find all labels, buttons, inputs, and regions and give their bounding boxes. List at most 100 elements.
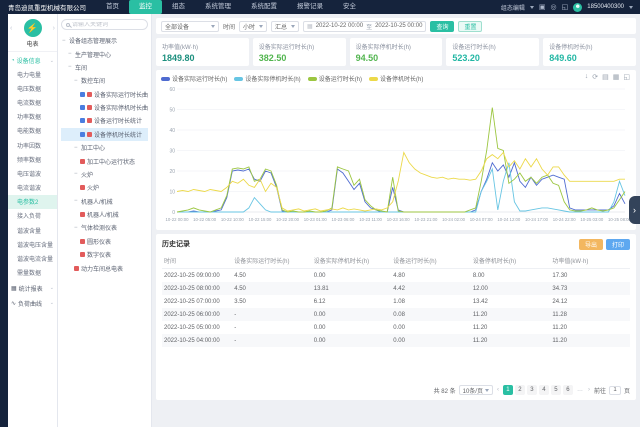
tree-node[interactable]: 圆形仪表 (61, 235, 148, 248)
page-size-select[interactable]: 10条/页 (458, 385, 493, 395)
nav-item-7[interactable]: 安全 (333, 0, 366, 14)
sidebar-item[interactable]: 需量数据 (8, 266, 57, 280)
table-cell: 0.00 (313, 337, 326, 344)
table-cell: 0.00 (313, 311, 326, 318)
prev-device-caret[interactable]: ‹ (10, 25, 12, 32)
expander-icon[interactable]: − (68, 64, 73, 70)
expander-icon[interactable]: − (74, 145, 79, 151)
chevron-down-icon (629, 5, 633, 9)
sidebar-item[interactable]: 电压谐波 (8, 166, 57, 180)
goto-page-input[interactable] (608, 385, 621, 395)
table-row[interactable]: 2022-10-25 08:00:00 4.50 13.81 4.42 12.00 34.… (162, 282, 630, 295)
sidebar-item[interactable]: 电流数据 (8, 95, 57, 109)
page-button-3[interactable]: 3 (526, 385, 537, 395)
legend-item[interactable]: 设备实际停机时长(h) (234, 74, 301, 83)
sidebar-item[interactable]: 电压数据 (8, 81, 57, 95)
tree-node[interactable]: − 火炉 (61, 168, 148, 181)
expander-icon[interactable]: − (74, 78, 79, 84)
tree-node[interactable]: − 设备组态管理展示 (61, 34, 148, 47)
nav-item-5[interactable]: 系统配置 (241, 0, 287, 14)
table-row[interactable]: 2022-10-25 05:00:00 - 0.00 0.00 11.20 11.20 (162, 321, 630, 334)
tree-node[interactable]: 设备实际停机时长曲线 (61, 101, 148, 114)
tree-node[interactable]: − 加工中心 (61, 141, 148, 154)
tree-node[interactable]: 动力车间总电表 (61, 261, 148, 274)
device-icon[interactable]: ⚡ (23, 19, 42, 37)
next-page-button[interactable]: › (587, 387, 591, 393)
nav-item-1[interactable]: 首页 (96, 0, 129, 14)
table-row[interactable]: 2022-10-25 09:00:00 4.50 0.00 4.80 8.00 17.30 (162, 269, 630, 283)
nav-item-6[interactable]: 报警记录 (287, 0, 333, 14)
sidebar-item[interactable]: 电参数2 (8, 194, 57, 209)
table-row[interactable]: 2022-10-25 04:00:00 - 0.00 0.00 11.20 11.20 (162, 334, 630, 347)
tree-node[interactable]: 机器人/机械 (61, 208, 148, 221)
mode-select[interactable]: 汇总 (271, 20, 300, 32)
tree-node[interactable]: 设备实际运行时长曲线 (61, 88, 148, 101)
page-button-6[interactable]: 6 (562, 385, 573, 395)
table-row[interactable]: 2022-10-25 07:00:00 3.50 6.12 1.08 13.42 24.1… (162, 295, 630, 308)
fullscreen-icon[interactable]: ◱ (562, 3, 569, 11)
tree-node[interactable]: 设备停机时长统计 (61, 127, 148, 141)
table-row[interactable]: 2022-10-25 06:00:00 - 0.00 0.08 11.20 11.28 (162, 308, 630, 321)
tree-search-input[interactable] (72, 21, 143, 28)
sidebar-item[interactable]: 功率因数 (8, 138, 57, 152)
nav-item-2[interactable]: 监控 (129, 0, 162, 14)
tree-node[interactable]: − 生产管理中心 (61, 47, 148, 60)
page-button-2[interactable]: 2 (514, 385, 525, 395)
next-device-caret[interactable]: › (53, 25, 55, 32)
expander-icon[interactable]: − (68, 51, 73, 57)
sidebar-item[interactable]: 谐波含量 (8, 223, 57, 237)
tree-node[interactable]: 加工中心运行状态 (61, 154, 148, 167)
tree-node[interactable]: − 车间 (61, 61, 148, 74)
expand-panel-button[interactable]: › (629, 196, 640, 224)
tree-node[interactable]: 设备运行时长统计 (61, 114, 148, 127)
chart-type-icon[interactable]: ▦ (613, 73, 620, 81)
sidebar-item[interactable]: 频率数据 (8, 152, 57, 166)
sidebar-section-device-info[interactable]: ◔ 设备信息 ⌄ (8, 52, 57, 67)
tree-node[interactable]: − 气体检测仪表 (61, 221, 148, 234)
tree-node[interactable]: − 机器人/机械 (61, 195, 148, 208)
nav-item-4[interactable]: 系统管理 (195, 0, 241, 14)
sidebar-item[interactable]: 电流谐波 (8, 181, 57, 195)
legend-item[interactable]: 设备实际运行时长(h) (161, 74, 227, 83)
reset-button[interactable]: 重置 (458, 20, 483, 32)
prev-page-button[interactable]: ‹ (496, 387, 500, 393)
device-select[interactable]: 全部设备 (161, 20, 219, 32)
user-phone[interactable]: 18500400300 (587, 4, 624, 10)
sidebar-item[interactable]: 谐波电流含量 (8, 251, 57, 265)
refresh-icon[interactable]: ⟳ (592, 73, 598, 81)
expander-icon[interactable]: − (62, 38, 67, 44)
unit-select[interactable]: 小时 (239, 20, 268, 32)
sidebar-section[interactable]: ▦ 统计报表 ⌄ (8, 280, 57, 295)
sidebar-item[interactable]: 电力电量 (8, 67, 57, 81)
sidebar-item[interactable]: 谐波电压含量 (8, 237, 57, 251)
nav-item-3[interactable]: 组态 (162, 0, 195, 14)
expander-icon[interactable]: − (74, 198, 79, 204)
tree: −设备组态管理展示−生产管理中心−车间−数控车间设备实际运行时长曲线设备实际停机… (61, 34, 148, 275)
export-button[interactable]: 导出 (578, 238, 603, 250)
table-cell: 0.00 (313, 324, 326, 331)
download-icon[interactable]: ↓ (585, 73, 589, 81)
tree-node[interactable]: 数字仪表 (61, 248, 148, 261)
page-button-5[interactable]: 5 (550, 385, 561, 395)
date-range-picker[interactable]: ▦ 2022-10-22 00:00 至 2022-10-25 00:00 (303, 20, 427, 32)
fullscreen-icon[interactable]: ◱ (623, 73, 630, 81)
page-button-1[interactable]: 1 (502, 385, 513, 395)
data-view-icon[interactable]: ▤ (602, 73, 609, 81)
sidebar-item[interactable]: 功率数据 (8, 110, 57, 124)
legend-item[interactable]: 设备运行时长(h) (307, 74, 362, 83)
edit-link[interactable]: 组态编辑 (501, 3, 525, 12)
page-button-4[interactable]: 4 (538, 385, 549, 395)
legend-item[interactable]: 设备停机时长(h) (369, 74, 423, 83)
avatar[interactable]: ☻ (573, 2, 583, 12)
tree-node[interactable]: 火炉 (61, 181, 148, 194)
print-button[interactable]: 打印 (605, 238, 630, 250)
tree-node[interactable]: − 数控车间 (61, 74, 148, 87)
sidebar-item[interactable]: 接入负荷 (8, 209, 57, 223)
sidebar-item[interactable]: 电能数据 (8, 124, 57, 138)
location-icon[interactable]: ◎ (551, 3, 557, 11)
search-button[interactable]: 查询 (430, 20, 455, 32)
sidebar-section[interactable]: ∿ 负荷曲线 ⌄ (8, 295, 57, 310)
expander-icon[interactable]: − (74, 171, 79, 177)
expander-icon[interactable]: − (74, 225, 79, 231)
copy-icon[interactable]: ▣ (539, 3, 546, 11)
